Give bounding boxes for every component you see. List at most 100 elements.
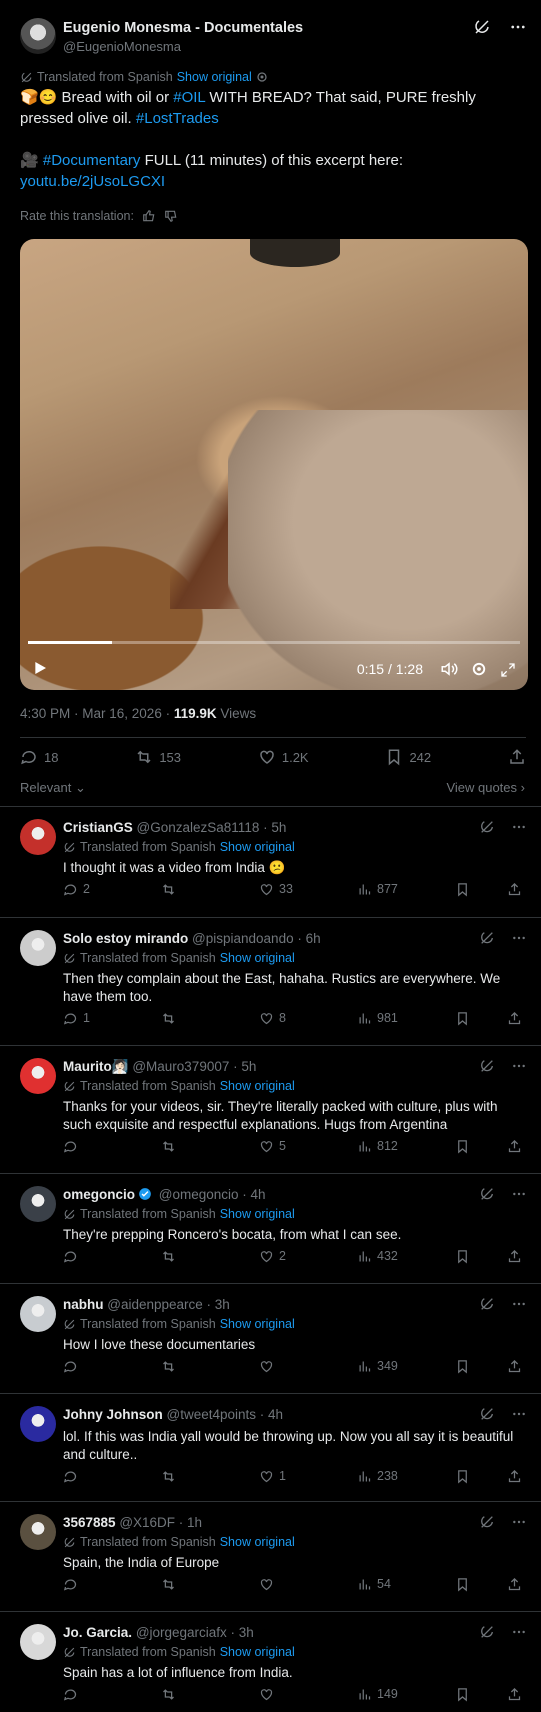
more-icon[interactable] bbox=[511, 1186, 527, 1202]
more-icon[interactable] bbox=[511, 1296, 527, 1312]
repost-button[interactable]: 153 bbox=[135, 748, 181, 766]
reply-handle-time[interactable]: @omegoncio · 4h bbox=[159, 1187, 266, 1202]
repost-button[interactable] bbox=[161, 1249, 181, 1264]
show-original-link[interactable]: Show original bbox=[220, 1645, 295, 1659]
grok-icon[interactable] bbox=[479, 1058, 495, 1074]
settings-icon[interactable] bbox=[256, 71, 268, 83]
views-button[interactable]: 238 bbox=[357, 1469, 398, 1484]
bookmark-button[interactable] bbox=[455, 882, 470, 897]
reply-handle-time[interactable]: @Mauro379007 · 5h bbox=[132, 1059, 256, 1074]
settings-gear-icon[interactable] bbox=[470, 660, 488, 678]
reply-author-name[interactable]: omegoncio bbox=[63, 1187, 135, 1202]
timestamp[interactable]: 4:30 PM · Mar 16, 2026 · bbox=[20, 706, 174, 721]
views-button[interactable]: 432 bbox=[357, 1249, 398, 1264]
bookmark-button[interactable] bbox=[455, 1577, 470, 1592]
show-original-link[interactable]: Show original bbox=[220, 840, 295, 854]
show-original-link[interactable]: Show original bbox=[220, 1207, 295, 1221]
repost-button[interactable] bbox=[161, 1359, 181, 1374]
more-icon[interactable] bbox=[511, 930, 527, 946]
share-button[interactable] bbox=[507, 1687, 522, 1702]
bookmark-button[interactable]: 242 bbox=[385, 748, 431, 766]
fullscreen-icon[interactable] bbox=[500, 662, 516, 678]
reply-item[interactable]: Jo. Garcia. @jorgegarciafx · 3h Translate… bbox=[0, 1611, 541, 1712]
reply-author-name[interactable]: Jo. Garcia. bbox=[63, 1625, 132, 1640]
repost-button[interactable] bbox=[161, 882, 181, 897]
show-original-link[interactable]: Show original bbox=[220, 1317, 295, 1331]
share-button[interactable] bbox=[507, 1577, 522, 1592]
reply-handle-time[interactable]: @pispiandoando · 6h bbox=[192, 931, 321, 946]
thumbs-down-icon[interactable] bbox=[164, 209, 178, 223]
grok-icon[interactable] bbox=[479, 1296, 495, 1312]
reply-avatar[interactable] bbox=[20, 1296, 56, 1332]
reply-handle-time[interactable]: @tweet4points · 4h bbox=[167, 1407, 284, 1422]
reply-author-name[interactable]: 3567885 bbox=[63, 1515, 116, 1530]
share-button[interactable] bbox=[507, 1139, 522, 1154]
share-button[interactable] bbox=[508, 748, 526, 766]
grok-icon[interactable] bbox=[479, 1406, 495, 1422]
reply-button[interactable] bbox=[63, 1359, 83, 1374]
author-avatar[interactable] bbox=[20, 18, 56, 54]
like-button[interactable] bbox=[259, 1577, 279, 1592]
bookmark-button[interactable] bbox=[455, 1687, 470, 1702]
reply-avatar[interactable] bbox=[20, 1514, 56, 1550]
reply-handle-time[interactable]: @aidenppearce · 3h bbox=[107, 1297, 230, 1312]
bookmark-button[interactable] bbox=[455, 1249, 470, 1264]
thumbs-up-icon[interactable] bbox=[142, 209, 156, 223]
show-original-link[interactable]: Show original bbox=[220, 1079, 295, 1093]
share-button[interactable] bbox=[507, 1011, 522, 1026]
like-button[interactable]: 2 bbox=[259, 1249, 286, 1264]
reply-avatar[interactable] bbox=[20, 1058, 56, 1094]
view-quotes-link[interactable]: View quotes › bbox=[446, 780, 525, 795]
reply-button[interactable] bbox=[63, 1139, 83, 1154]
hashtag-documentary[interactable]: #Documentary bbox=[43, 152, 141, 169]
like-button[interactable]: 33 bbox=[259, 882, 293, 897]
like-button[interactable]: 1 bbox=[259, 1469, 286, 1484]
video-player[interactable]: 0:15 / 1:28 bbox=[20, 239, 528, 690]
like-button[interactable] bbox=[259, 1359, 279, 1374]
hashtag-oil[interactable]: #OIL bbox=[173, 89, 205, 106]
reply-avatar[interactable] bbox=[20, 1406, 56, 1442]
show-original-link[interactable]: Show original bbox=[220, 951, 295, 965]
bookmark-button[interactable] bbox=[455, 1139, 470, 1154]
reply-item[interactable]: omegoncio @omegoncio · 4h Translated from… bbox=[0, 1173, 541, 1284]
more-icon[interactable] bbox=[511, 1514, 527, 1530]
like-button[interactable] bbox=[259, 1687, 279, 1702]
more-icon[interactable] bbox=[511, 1624, 527, 1640]
share-button[interactable] bbox=[507, 882, 522, 897]
views-button[interactable]: 877 bbox=[357, 882, 398, 897]
reply-item[interactable]: CristianGS @GonzalezSa81118 · 5h Translat… bbox=[0, 806, 541, 918]
reply-avatar[interactable] bbox=[20, 930, 56, 966]
reply-button[interactable]: 18 bbox=[20, 748, 58, 766]
reply-author-name[interactable]: nabhu bbox=[63, 1297, 104, 1312]
views-button[interactable]: 349 bbox=[357, 1359, 398, 1374]
reply-item[interactable]: Solo estoy mirando @pispiandoando · 6h Tr… bbox=[0, 917, 541, 1046]
views-button[interactable]: 812 bbox=[357, 1139, 398, 1154]
grok-icon[interactable] bbox=[479, 819, 495, 835]
like-button[interactable]: 8 bbox=[259, 1011, 286, 1026]
reply-item[interactable]: 3567885 @X16DF · 1h Translated from Spani… bbox=[0, 1501, 541, 1612]
reply-author-name[interactable]: Solo estoy mirando bbox=[63, 931, 188, 946]
reply-handle-time[interactable]: @GonzalezSa81118 · 5h bbox=[137, 820, 287, 835]
more-icon[interactable] bbox=[511, 819, 527, 835]
show-original-link[interactable]: Show original bbox=[177, 70, 252, 84]
youtube-link[interactable]: youtu.be/2jUsoLGCXI bbox=[20, 173, 165, 190]
repost-button[interactable] bbox=[161, 1687, 181, 1702]
repost-button[interactable] bbox=[161, 1139, 181, 1154]
more-icon[interactable] bbox=[511, 1406, 527, 1422]
bookmark-button[interactable] bbox=[455, 1011, 470, 1026]
reply-author-name[interactable]: Johny Johnson bbox=[63, 1407, 163, 1422]
views-button[interactable]: 54 bbox=[357, 1577, 391, 1592]
grok-icon[interactable] bbox=[473, 18, 491, 36]
reply-button[interactable] bbox=[63, 1687, 83, 1702]
play-icon[interactable] bbox=[32, 660, 48, 676]
reply-handle-time[interactable]: @jorgegarciafx · 3h bbox=[136, 1625, 254, 1640]
grok-icon[interactable] bbox=[479, 1186, 495, 1202]
sort-dropdown[interactable]: Relevant ⌄ bbox=[20, 780, 86, 796]
like-button[interactable]: 1.2K bbox=[258, 748, 309, 766]
reply-avatar[interactable] bbox=[20, 1186, 56, 1222]
reply-item[interactable]: nabhu @aidenppearce · 3h Translated from … bbox=[0, 1283, 541, 1394]
bookmark-button[interactable] bbox=[455, 1469, 470, 1484]
more-icon[interactable] bbox=[509, 18, 527, 36]
like-button[interactable]: 5 bbox=[259, 1139, 286, 1154]
reply-handle-time[interactable]: @X16DF · 1h bbox=[119, 1515, 202, 1530]
